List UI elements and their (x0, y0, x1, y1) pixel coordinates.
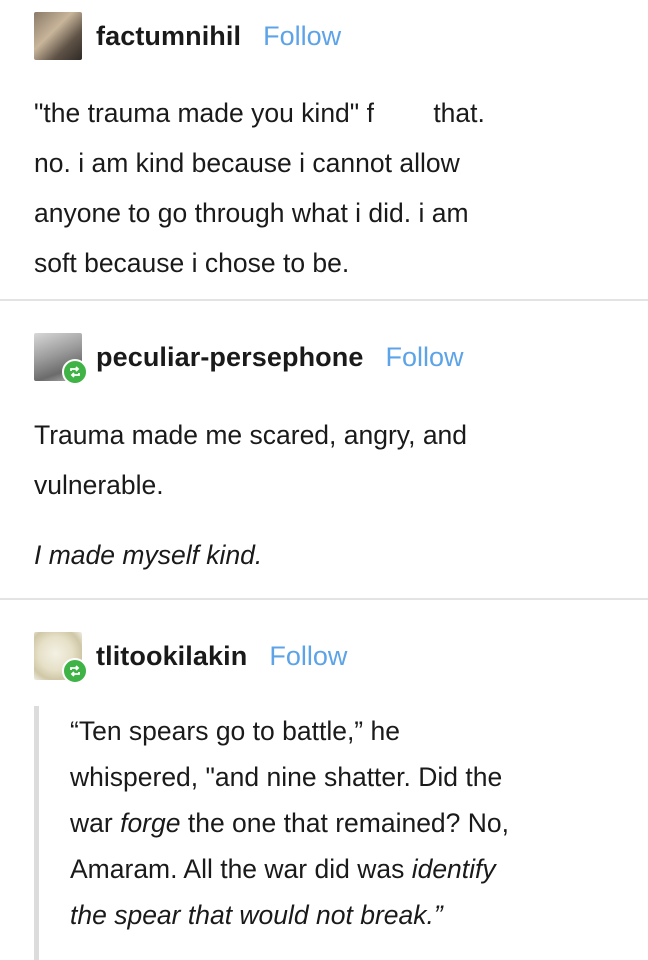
quote-emphasis: identify (411, 854, 496, 884)
blockquote: “Ten spears go to battle,” he whispered,… (70, 708, 630, 938)
avatar[interactable] (34, 333, 88, 385)
post-text-line: soft because i chose to be. (34, 248, 350, 278)
post-header: factumnihil Follow (34, 12, 341, 60)
post-text-line: vulnerable. (34, 470, 164, 500)
reblog-icon (62, 359, 88, 385)
quote-line: the spear that would not break.” (70, 900, 443, 930)
blockquote-bar (34, 706, 39, 960)
redacted-area (373, 102, 426, 128)
post-text-line: I made myself kind. (34, 540, 263, 570)
username[interactable]: tlitookilakin (96, 641, 247, 672)
username[interactable]: peculiar-persephone (96, 342, 363, 373)
quote-text: war (70, 808, 121, 838)
follow-button[interactable]: Follow (269, 641, 347, 672)
quote-line: Amaram. All the war did was identify (70, 846, 630, 892)
post-header: tlitookilakin Follow (34, 632, 347, 684)
avatar-image (34, 12, 82, 60)
avatar[interactable] (34, 632, 88, 684)
quote-text: the one that remained? No, (180, 808, 510, 838)
quote-text: Amaram. All the war did was (70, 854, 412, 884)
post-text-line: Trauma made me scared, angry, and (34, 420, 468, 450)
post-text-line: "the trauma made you kind" f (34, 98, 374, 128)
post-text-line: anyone to go through what i did. i am (34, 198, 469, 228)
post-text-line: no. i am kind because i cannot allow (34, 148, 460, 178)
post-body: "the trauma made you kind" f that. no. i… (34, 88, 485, 288)
quote-line: whispered, "and nine shatter. Did the (70, 762, 503, 792)
quote-emphasis: forge (120, 808, 181, 838)
quote-line: “Ten spears go to battle,” he (70, 716, 400, 746)
follow-button[interactable]: Follow (263, 21, 341, 52)
reblog-icon (62, 658, 88, 684)
post-text-line: that. (433, 98, 485, 128)
divider (0, 598, 648, 600)
follow-button[interactable]: Follow (385, 342, 463, 373)
quote-line: war forge the one that remained? No, (70, 800, 630, 846)
avatar[interactable] (34, 12, 82, 60)
post-body: Trauma made me scared, angry, and vulner… (34, 410, 467, 580)
username[interactable]: factumnihil (96, 21, 241, 52)
divider (0, 299, 648, 301)
post-header: peculiar-persephone Follow (34, 333, 464, 385)
